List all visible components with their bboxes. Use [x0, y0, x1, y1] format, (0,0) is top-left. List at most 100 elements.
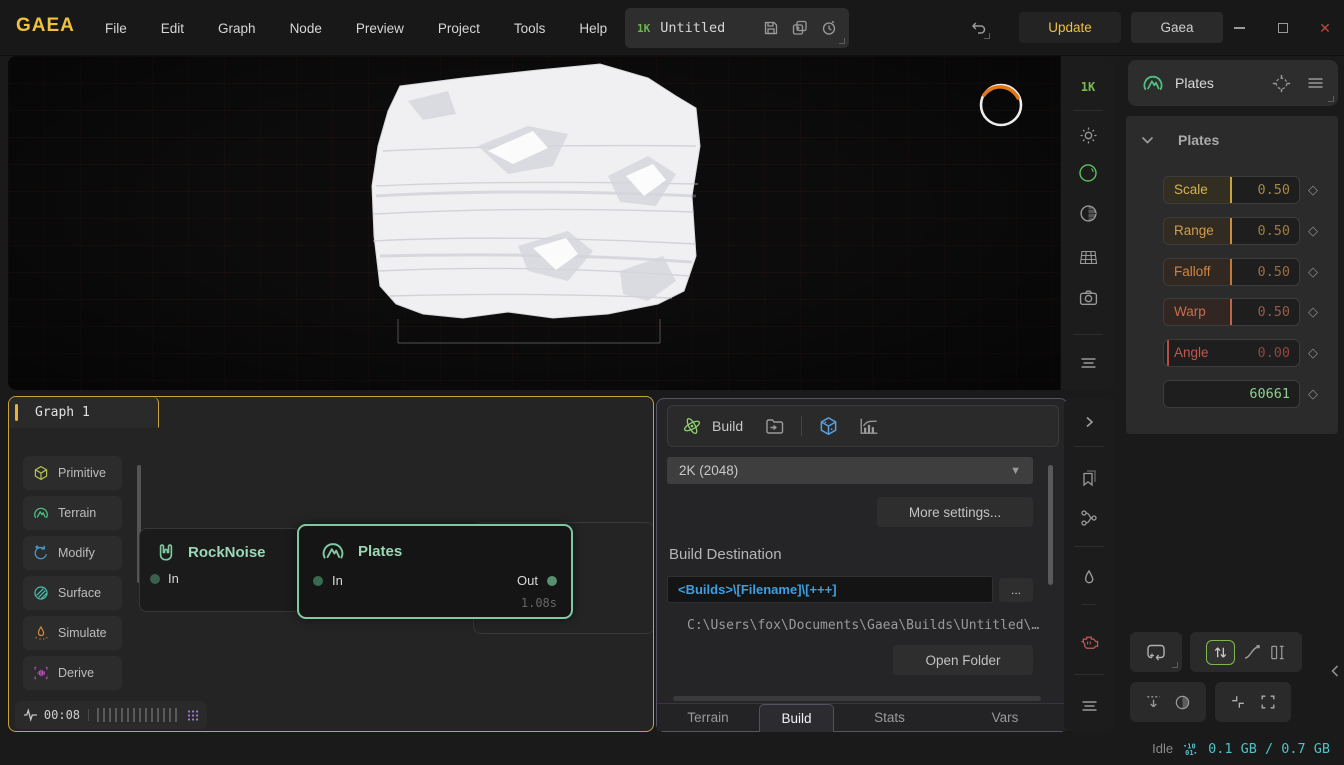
status-state: Idle — [1152, 741, 1173, 756]
more-settings-button[interactable]: More settings... — [877, 497, 1033, 527]
viewport-resolution-button[interactable]: 1K — [1061, 74, 1115, 100]
slider-range[interactable]: Range 0.50 — [1163, 217, 1300, 245]
pin-diamond-icon[interactable]: ◇ — [1308, 264, 1318, 280]
save-icon[interactable] — [763, 20, 779, 36]
tab-vars[interactable]: Vars — [945, 704, 1065, 732]
toolbox-simulate-label: Simulate — [58, 626, 107, 640]
doc-name[interactable]: Untitled — [660, 20, 750, 36]
toolbox-surface[interactable]: Surface — [23, 576, 122, 610]
sort-arrows-button-selected[interactable] — [1206, 640, 1235, 665]
loop-add-button[interactable] — [1130, 632, 1182, 672]
properties-menu-lines-icon[interactable] — [1307, 77, 1324, 89]
halftone-circle-icon[interactable] — [1174, 694, 1191, 711]
node-rocknoise-in-port[interactable] — [150, 574, 160, 584]
seed-field[interactable]: 60661 — [1163, 380, 1300, 408]
toolbox-simulate[interactable]: Simulate — [23, 616, 122, 650]
slider-scale[interactable]: Scale 0.50 — [1163, 176, 1300, 204]
tab-stats[interactable]: Stats — [834, 704, 945, 732]
node-plates-out-port[interactable] — [547, 576, 557, 586]
viewport-3d[interactable] — [8, 56, 1060, 390]
divider — [801, 416, 802, 436]
toolbox-modify[interactable]: Modify — [23, 536, 122, 570]
engine-icon[interactable] — [1064, 630, 1114, 654]
menu-file[interactable]: File — [88, 0, 144, 56]
sun-icon[interactable] — [1061, 122, 1115, 148]
close-button[interactable]: ✕ — [1312, 16, 1338, 40]
slider-angle[interactable]: Angle 0.00 — [1163, 339, 1300, 367]
resolved-path: C:\Users\fox\Documents\Gaea\Builds\Untit… — [687, 618, 1039, 633]
toolbox-derive-label: Derive — [58, 666, 94, 680]
vertical-scrollbar[interactable] — [1048, 465, 1053, 585]
resolution-dropdown[interactable]: 2K (2048) ▼ — [667, 457, 1033, 484]
pin-diamond-icon[interactable]: ◇ — [1308, 304, 1318, 320]
water-circle-icon[interactable] — [1061, 160, 1115, 186]
node-plates-selected[interactable]: Plates In Out 1.08s — [297, 524, 573, 619]
panel-collapse-chevron-icon[interactable] — [1330, 664, 1340, 678]
flame-icon[interactable] — [1064, 566, 1114, 590]
rock-hand-icon — [154, 541, 176, 563]
graph-panel: Graph 1 Primitive Terrain Modify Surface… — [8, 396, 654, 732]
flow-icon[interactable] — [1064, 506, 1114, 530]
dock-down-icon[interactable] — [1145, 694, 1162, 711]
menu-tools[interactable]: Tools — [497, 0, 563, 56]
doc-resolution-badge: 1K — [637, 22, 650, 35]
folder-run-icon[interactable] — [765, 417, 785, 435]
ruler-button[interactable] — [1269, 644, 1286, 661]
tab-accent-bar — [15, 404, 18, 421]
histogram-icon[interactable] — [859, 417, 879, 435]
toolbox-primitive[interactable]: Primitive — [23, 456, 122, 490]
tab-terrain[interactable]: Terrain — [657, 704, 759, 732]
tab-build[interactable]: Build — [759, 704, 834, 732]
cube-icon[interactable] — [818, 416, 839, 437]
mesh-icon[interactable] — [1061, 244, 1115, 270]
viewport-menu-lines-icon[interactable] — [1061, 350, 1115, 376]
bookmark-icon[interactable] — [1064, 466, 1114, 490]
history-icon[interactable] — [821, 20, 837, 36]
build-destination-input[interactable]: <Builds>\[Filename]\[+++] — [667, 576, 993, 603]
gizmo-icon[interactable] — [1272, 74, 1291, 93]
horizontal-scrollbar[interactable] — [673, 696, 1041, 701]
grid-dots-icon[interactable] — [187, 709, 199, 722]
menu-help[interactable]: Help — [562, 0, 624, 56]
toolbox-primitive-label: Primitive — [58, 466, 106, 480]
divider — [1082, 604, 1096, 605]
pin-diamond-icon[interactable]: ◇ — [1308, 386, 1318, 402]
graph-tab[interactable]: Graph 1 — [9, 397, 159, 428]
account-button[interactable]: Gaea — [1131, 12, 1223, 43]
history-meter[interactable] — [97, 708, 179, 722]
menu-edit[interactable]: Edit — [144, 0, 201, 56]
side-menu-lines-icon[interactable] — [1064, 694, 1114, 718]
slider-falloff[interactable]: Falloff 0.50 — [1163, 258, 1300, 286]
pin-diamond-icon[interactable]: ◇ — [1308, 182, 1318, 198]
document-box[interactable]: 1K Untitled — [625, 8, 849, 48]
open-folder-button[interactable]: Open Folder — [893, 645, 1033, 675]
slider-warp[interactable]: Warp 0.50 — [1163, 298, 1300, 326]
pin-diamond-icon[interactable]: ◇ — [1308, 223, 1318, 239]
browse-button[interactable]: ... — [999, 578, 1033, 602]
maximize-button[interactable] — [1270, 16, 1296, 40]
curve-button[interactable] — [1243, 643, 1261, 661]
expand-icon[interactable] — [1260, 694, 1276, 710]
menu-project[interactable]: Project — [421, 0, 497, 56]
chevron-down-icon — [1141, 136, 1154, 145]
camera-icon[interactable] — [1061, 284, 1115, 310]
update-button[interactable]: Update — [1019, 12, 1121, 43]
menu-graph[interactable]: Graph — [201, 0, 273, 56]
toolbox-modify-label: Modify — [58, 546, 95, 560]
toolbox-terrain[interactable]: Terrain — [23, 496, 122, 530]
node-plates-in-label: In — [332, 573, 343, 588]
app-logo: GAEA — [16, 15, 75, 37]
toolbox-derive[interactable]: Derive — [23, 656, 122, 690]
node-plates-in-port[interactable] — [313, 576, 323, 586]
menu-node[interactable]: Node — [273, 0, 339, 56]
menu-preview[interactable]: Preview — [339, 0, 421, 56]
chevron-right-icon[interactable] — [1064, 410, 1114, 434]
node-rocknoise[interactable]: RockNoise In — [139, 528, 301, 612]
pin-diamond-icon[interactable]: ◇ — [1308, 345, 1318, 361]
collapse-icon[interactable] — [1230, 694, 1246, 710]
undo-button[interactable] — [962, 13, 994, 43]
halftone-circle-icon[interactable] — [1061, 200, 1115, 226]
section-plates[interactable]: Plates — [1141, 132, 1219, 148]
duplicate-icon[interactable] — [792, 20, 808, 36]
minimize-button[interactable] — [1226, 16, 1252, 40]
